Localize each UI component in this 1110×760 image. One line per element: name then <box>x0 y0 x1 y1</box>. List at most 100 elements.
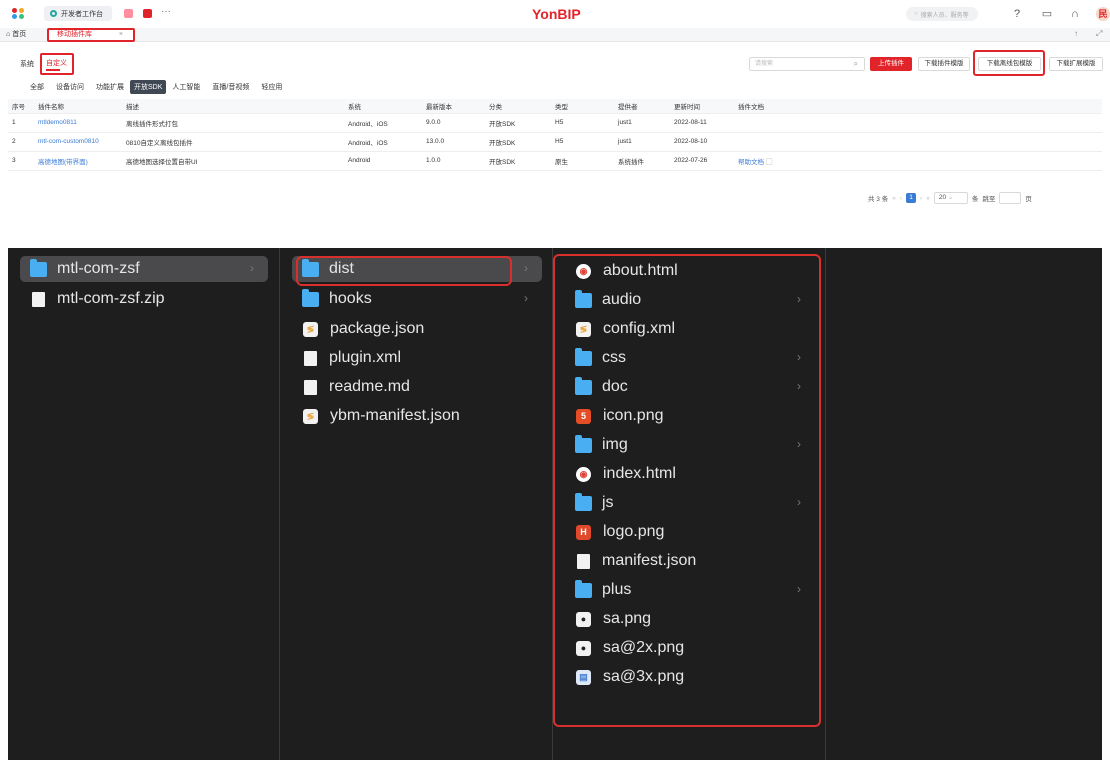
json-file-icon: ≶ <box>303 321 318 337</box>
file-item[interactable]: ● sa.png <box>565 606 815 632</box>
upload-plugin-button[interactable]: 上传插件 <box>870 57 912 71</box>
tab-bar: ⌂ 首页 移动插件库 × ↑ ⤢ <box>0 28 1110 42</box>
folder-item[interactable]: doc › <box>565 374 815 400</box>
first-page-icon[interactable]: « <box>892 195 896 202</box>
folder-icon <box>30 258 47 277</box>
chevron-right-icon: › <box>797 379 801 393</box>
support-icon[interactable]: ∩ <box>1068 7 1082 21</box>
page-1[interactable]: 1 <box>906 193 917 203</box>
global-search-input[interactable]: ○ 搜索人员、服务等 <box>906 7 978 21</box>
folder-icon <box>575 376 592 395</box>
filter-light-app[interactable]: 轻应用 <box>255 82 288 92</box>
help-icon[interactable]: ? <box>1010 7 1024 21</box>
folder-icon <box>302 288 319 307</box>
file-item[interactable]: manifest.json <box>565 548 815 574</box>
finder-column-3: ◉ about.html audio › ≶ config.xml css › doc ›… <box>553 248 826 760</box>
download-plugin-template-button[interactable]: 下载插件模版 <box>918 57 970 71</box>
file-item[interactable]: ≶ config.xml <box>565 316 815 342</box>
app-icon[interactable] <box>124 9 133 18</box>
close-icon[interactable]: × <box>119 30 123 40</box>
chevron-right-icon: › <box>797 495 801 509</box>
folder-icon <box>575 434 592 453</box>
message-icon[interactable]: ▭ <box>1040 7 1054 21</box>
brand-logo: YonBIP <box>532 6 581 22</box>
folder-item[interactable]: img › <box>565 432 815 458</box>
xml-file-icon: ≶ <box>576 321 591 337</box>
finder-column-1: mtl-com-zsf › mtl-com-zsf.zip <box>8 248 280 760</box>
file-item[interactable]: plugin.xml <box>292 345 542 371</box>
file-item[interactable]: ◉ about.html <box>565 258 815 284</box>
filter-open-sdk[interactable]: 开放SDK <box>130 80 167 94</box>
chevron-right-icon: › <box>797 582 801 596</box>
file-item[interactable]: mtl-com-zsf.zip <box>20 286 268 312</box>
file-item[interactable]: readme.md <box>292 374 542 400</box>
total-count: 共 3 条 <box>868 196 889 203</box>
tab-plugin-library[interactable]: 移动插件库 × <box>47 28 135 42</box>
file-item[interactable]: 5 icon.png <box>565 403 815 429</box>
pagination: 共 3 条 « ‹ 1 › » 20 ⌄ 条 跳至 页 <box>868 192 1032 204</box>
folder-icon <box>575 492 592 511</box>
file-item[interactable]: ▤ sa@3x.png <box>565 664 815 690</box>
table-row[interactable]: 2 mtl-com-custom0810 0810自定义离线包插件 Androi… <box>8 132 1102 152</box>
file-item[interactable]: ≶ ybm-manifest.json <box>292 403 542 429</box>
table-row[interactable]: 3 高德地图(带界面) 高德地图选择位置自带UI Android 1.0.0 开… <box>8 151 1102 171</box>
page-size-select[interactable]: 20 ⌄ <box>933 192 968 204</box>
folder-icon <box>575 289 592 308</box>
app-icon[interactable] <box>143 9 152 18</box>
xml-file-icon <box>304 350 317 366</box>
file-item[interactable]: ● sa@2x.png <box>565 635 815 661</box>
workspace-icon <box>50 10 57 17</box>
filter-all[interactable]: 全部 <box>24 82 50 92</box>
chevron-right-icon: › <box>250 261 254 275</box>
image-file-icon: ● <box>576 611 591 627</box>
filter-ai[interactable]: 人工智能 <box>166 82 206 92</box>
file-item[interactable]: Hlogo.png <box>565 519 815 545</box>
plugin-search-input[interactable]: 请搜索 ⌕ <box>749 57 865 71</box>
folder-item[interactable]: js › <box>565 490 815 516</box>
chevron-right-icon: › <box>524 261 528 275</box>
category-filters: 全部 设备访问 功能扩展 开放SDK 人工智能 直播/音视频 轻应用 <box>24 80 288 94</box>
filter-device[interactable]: 设备访问 <box>50 82 90 92</box>
chrome-html-icon: ◉ <box>576 263 591 279</box>
folder-item[interactable]: hooks › <box>292 286 542 312</box>
folder-icon <box>575 579 592 598</box>
image-file-icon: ● <box>576 640 591 656</box>
file-item[interactable]: ◉ index.html <box>565 461 815 487</box>
highlight-box <box>296 256 512 286</box>
folder-item[interactable]: audio › <box>565 287 815 313</box>
folder-item[interactable]: plus › <box>565 577 815 603</box>
folder-item[interactable]: css › <box>565 345 815 371</box>
download-extension-template-button[interactable]: 下载扩展模版 <box>1049 57 1103 71</box>
folder-item[interactable]: mtl-com-zsf › <box>20 256 268 282</box>
chevron-right-icon: › <box>797 292 801 306</box>
prev-page-icon[interactable]: ‹ <box>900 195 902 202</box>
more-icon[interactable]: ··· <box>161 6 171 17</box>
json-file-icon: ≶ <box>303 408 318 424</box>
filter-system[interactable]: 系统 <box>20 59 34 69</box>
next-page-icon[interactable]: › <box>920 195 922 202</box>
table-header: 序号 插件名称 描述 系统 最新版本 分类 类型 提供者 更新时间 插件文档 <box>8 99 1102 114</box>
expand-icon[interactable]: ⤢ <box>1096 29 1102 39</box>
last-page-icon[interactable]: » <box>926 195 930 202</box>
active-underline <box>46 69 60 71</box>
help-doc-link[interactable]: 帮助文档 ▢ <box>734 151 1102 171</box>
top-bar: 开发者工作台 ··· YonBIP ○ 搜索人员、服务等 ? ▭ ∩ 民 <box>0 0 1110 28</box>
avatar[interactable]: 民 <box>1096 7 1110 21</box>
tab-home[interactable]: ⌂ 首页 <box>6 29 26 39</box>
chevron-down-icon: ⌄ <box>947 194 954 201</box>
upload-icon[interactable]: ↑ <box>1074 29 1078 38</box>
file-item[interactable]: ≶ package.json <box>292 316 542 342</box>
hbuilder-icon: H <box>576 524 591 540</box>
chevron-right-icon: › <box>797 437 801 451</box>
finder-column-2: dist › hooks › ≶ package.json plugin.xml re… <box>280 248 553 760</box>
filter-custom[interactable]: 自定义 <box>40 53 74 75</box>
chevron-right-icon: › <box>524 291 528 305</box>
table-row[interactable]: 1 mtldemo0811 离线插件形式打包 Android、iOS 9.0.0… <box>8 113 1102 133</box>
app-logo[interactable] <box>12 8 26 20</box>
search-icon: ⌕ <box>853 59 858 68</box>
search-icon: ○ <box>914 11 918 17</box>
filter-function[interactable]: 功能扩展 <box>90 82 130 92</box>
filter-live[interactable]: 直播/音视频 <box>206 82 255 92</box>
page-jump-input[interactable] <box>999 192 1022 204</box>
workspace-tab[interactable]: 开发者工作台 <box>44 6 112 21</box>
